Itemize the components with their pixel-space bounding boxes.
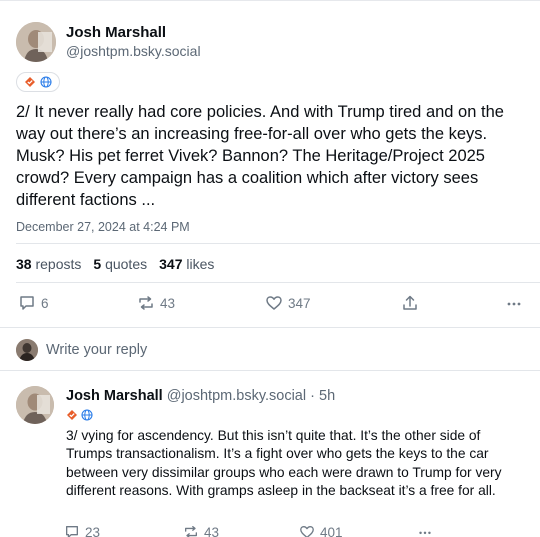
post-timestamp[interactable]: December 27, 2024 at 4:24 PM xyxy=(16,220,190,234)
reply-icon xyxy=(20,296,34,310)
share-icon xyxy=(403,295,417,310)
post-text: 2/ It never really had core policies. An… xyxy=(16,103,504,209)
quotes-stat[interactable]: 5 quotes xyxy=(93,256,147,272)
account-badges[interactable] xyxy=(16,72,60,92)
repost-button[interactable]: 43 xyxy=(137,294,175,312)
repost-icon xyxy=(185,526,197,537)
more-options-button[interactable] xyxy=(505,294,523,312)
more-icon xyxy=(507,302,521,306)
share-button[interactable] xyxy=(401,294,419,312)
repost-button[interactable]: 43 xyxy=(183,524,219,537)
main-post: Josh Marshall @joshtpm.bsky.social 2/ It… xyxy=(0,0,540,328)
reply-input[interactable]: Write your reply xyxy=(46,342,147,358)
globe-icon xyxy=(81,409,93,421)
reply-count: 23 xyxy=(85,524,101,537)
verified-badge-icon xyxy=(24,76,36,88)
repost-count: 43 xyxy=(160,295,176,311)
divider xyxy=(16,282,540,283)
more-options-button[interactable] xyxy=(417,524,433,537)
heart-icon xyxy=(266,296,282,310)
like-count: 401 xyxy=(320,524,343,537)
avatar[interactable] xyxy=(16,22,56,62)
repost-icon xyxy=(139,296,153,310)
author-name[interactable]: Josh Marshall xyxy=(66,24,166,41)
post-text: 3/ vying for ascendency. But this isn’t … xyxy=(66,428,502,499)
separator: · xyxy=(310,388,315,404)
author-name[interactable]: Josh Marshall xyxy=(66,388,163,404)
author-handle[interactable]: @joshtpm.bsky.social xyxy=(167,388,306,404)
heart-icon xyxy=(300,526,314,537)
like-button[interactable]: 347 xyxy=(265,294,311,312)
reply-button[interactable]: 23 xyxy=(64,524,100,537)
author-handle[interactable]: @joshtpm.bsky.social xyxy=(66,43,201,59)
like-count: 347 xyxy=(288,295,311,311)
reply-count: 6 xyxy=(41,295,49,311)
globe-icon xyxy=(40,76,52,88)
reply-post-header: Josh Marshall @joshtpm.bsky.social · 5h xyxy=(66,388,335,404)
like-button[interactable]: 401 xyxy=(299,524,343,537)
engagement-stats: 38 reposts 5 quotes 347 likes xyxy=(16,256,214,272)
avatar xyxy=(16,339,38,361)
post-actions: 6 43 347 xyxy=(0,293,540,315)
reposts-stat[interactable]: 38 reposts xyxy=(16,256,81,272)
likes-stat[interactable]: 347 likes xyxy=(159,256,214,272)
post-time[interactable]: 5h xyxy=(319,388,335,404)
avatar[interactable] xyxy=(16,386,54,424)
account-badges[interactable] xyxy=(66,409,93,421)
reply-button[interactable]: 6 xyxy=(18,294,49,312)
repost-count: 43 xyxy=(204,524,220,537)
post-actions: 23 43 401 xyxy=(0,524,540,537)
more-icon xyxy=(419,531,431,535)
reply-composer[interactable]: Write your reply xyxy=(0,329,540,371)
reply-icon xyxy=(66,526,78,537)
reply-post: Josh Marshall @joshtpm.bsky.social · 5h … xyxy=(0,372,540,537)
verified-badge-icon xyxy=(66,409,78,421)
divider xyxy=(16,243,540,244)
